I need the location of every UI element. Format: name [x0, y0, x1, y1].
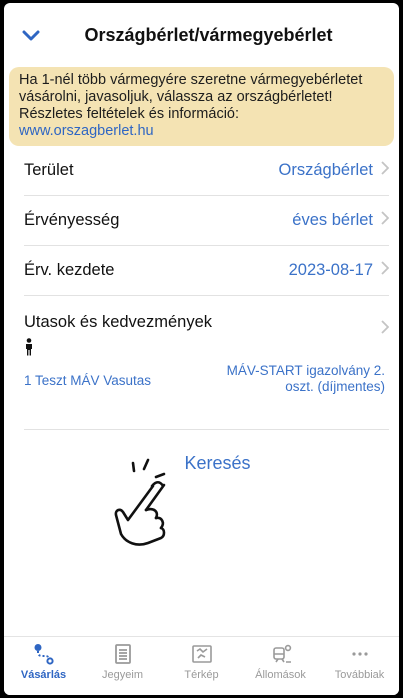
search-button[interactable]: Keresés — [4, 453, 399, 474]
chevron-right-icon — [381, 161, 390, 180]
chevron-down-icon[interactable] — [20, 25, 42, 47]
tab-vasarlas[interactable]: Vásárlás — [4, 637, 83, 695]
info-notice: Ha 1-nél több vármegyére szeretne vármeg… — [9, 67, 394, 146]
passengers-row[interactable]: Utasok és kedvezmények 1 Teszt MÁV Vasut… — [24, 296, 390, 430]
bottom-tab-bar: Vásárlás Jegyeim Térkép Állomások Tovább… — [4, 636, 399, 695]
row-start-date[interactable]: Érv. kezdete 2023-08-17 — [24, 246, 390, 296]
map-icon — [191, 645, 212, 663]
passenger-discount: MÁV-START igazolvány 2. oszt. (díjmentes… — [226, 363, 385, 394]
chevron-right-icon — [381, 320, 390, 339]
tab-label: Továbbiak — [334, 669, 385, 681]
row-validity[interactable]: Érvényesség éves bérlet — [24, 196, 390, 246]
row-start-date-value: 2023-08-17 — [288, 261, 373, 279]
page-title: Országbérlet/vármegyebérlet — [84, 24, 333, 45]
notice-link[interactable]: www.orszagberlet.hu — [19, 123, 384, 140]
row-area-label: Terület — [24, 161, 74, 179]
passenger-name: 1 Teszt MÁV Vasutas — [24, 373, 152, 388]
tab-allomasok[interactable]: Állomások — [241, 637, 320, 695]
tab-label: Térkép — [184, 669, 219, 681]
train-station-icon — [272, 644, 291, 663]
tab-label: Állomások — [255, 669, 306, 681]
passengers-label: Utasok és kedvezmények — [24, 313, 213, 331]
tab-jegyeim[interactable]: Jegyeim — [83, 637, 162, 695]
more-icon — [351, 652, 368, 656]
row-validity-value: éves bérlet — [292, 211, 373, 229]
row-area[interactable]: Terület Országbérlet — [24, 146, 390, 196]
row-validity-label: Érvényesség — [24, 211, 120, 229]
route-icon — [34, 644, 54, 665]
row-start-date-label: Érv. kezdete — [24, 261, 115, 279]
tab-tovabbiak[interactable]: Továbbiak — [320, 637, 399, 695]
person-icon — [24, 338, 34, 361]
row-area-value: Országbérlet — [278, 161, 373, 179]
tab-terkep[interactable]: Térkép — [162, 637, 241, 695]
ticket-icon — [114, 644, 131, 664]
app-screen: Országbérlet/vármegyebérlet Ha 1-nél töb… — [4, 3, 399, 695]
chevron-right-icon — [381, 261, 390, 280]
tab-label: Vásárlás — [20, 669, 67, 681]
notice-text: Ha 1-nél több vármegyére szeretne vármeg… — [19, 72, 363, 122]
tab-label: Jegyeim — [102, 669, 143, 681]
tap-hand-icon — [104, 455, 190, 552]
chevron-right-icon — [381, 211, 390, 230]
header: Országbérlet/vármegyebérlet — [4, 3, 399, 67]
